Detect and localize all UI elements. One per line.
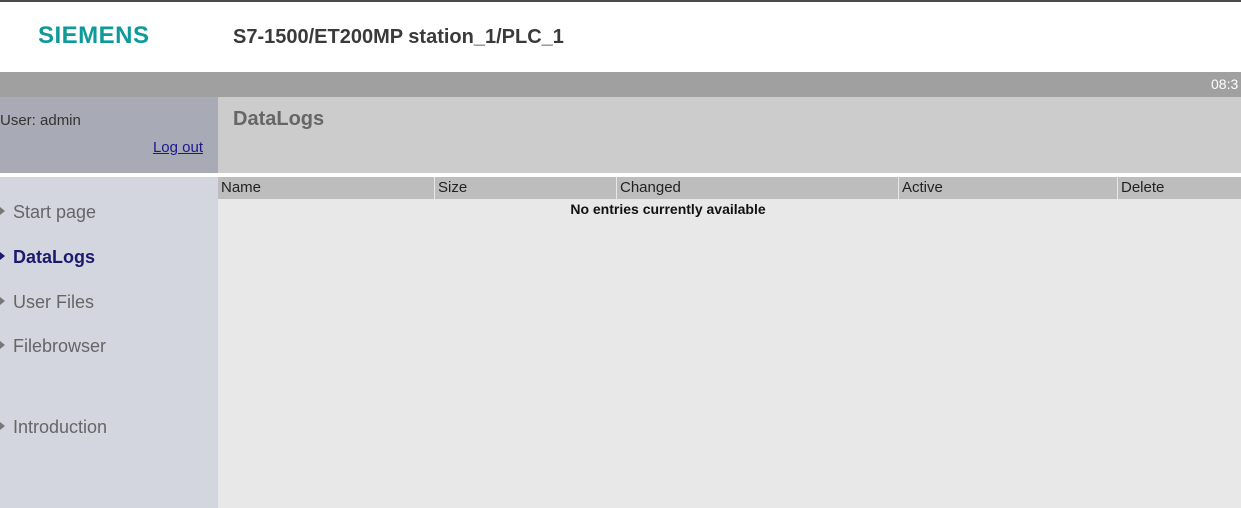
siemens-logo: SIEMENS (38, 22, 150, 49)
sidebar-item-label: Start page (13, 202, 97, 222)
sidebar-item-introduction[interactable]: Introduction (0, 417, 107, 438)
sidebar-item-label: Filebrowser (13, 336, 107, 356)
user-label: User: admin (0, 112, 81, 129)
sidebar-item-filebrowser[interactable]: Filebrowser (0, 336, 106, 357)
arrow-right-icon (0, 252, 5, 261)
arrow-right-icon (0, 341, 5, 350)
column-header-size[interactable]: Size (435, 177, 617, 199)
sidebar-item-label: User Files (13, 292, 95, 312)
sidebar-item-user-files[interactable]: User Files (0, 292, 94, 313)
header: SIEMENS S7-1500/ET200MP station_1/PLC_1 (0, 2, 1241, 72)
page-title: DataLogs (233, 108, 325, 130)
column-header-changed[interactable]: Changed (617, 177, 899, 199)
empty-table-message: No entries currently available (570, 201, 766, 217)
sidebar-item-datalogs[interactable]: DataLogs (0, 247, 95, 268)
user-panel: User: admin Log out (0, 97, 218, 173)
arrow-right-icon (0, 207, 5, 216)
sidebar: Start page DataLogs User Files Filebrows… (0, 177, 218, 508)
column-header-name[interactable]: Name (218, 177, 435, 199)
station-title: S7-1500/ET200MP station_1/PLC_1 (233, 26, 564, 48)
logout-link[interactable]: Log out (153, 139, 203, 156)
clock-readout: 08:3 (1211, 76, 1239, 92)
arrow-right-icon (0, 297, 5, 306)
table-header: Name Size Changed Active Delete (218, 177, 1241, 199)
sidebar-item-label: Introduction (13, 417, 108, 437)
main-content: Name Size Changed Active Delete No entri… (218, 177, 1241, 508)
column-header-active[interactable]: Active (899, 177, 1118, 199)
sidebar-item-label: DataLogs (13, 247, 96, 267)
column-header-delete[interactable]: Delete (1118, 177, 1241, 199)
status-bar: 08:3 (0, 72, 1241, 97)
arrow-right-icon (0, 422, 5, 431)
page-title-bar: DataLogs (218, 97, 1241, 173)
sidebar-item-start-page[interactable]: Start page (0, 202, 96, 223)
